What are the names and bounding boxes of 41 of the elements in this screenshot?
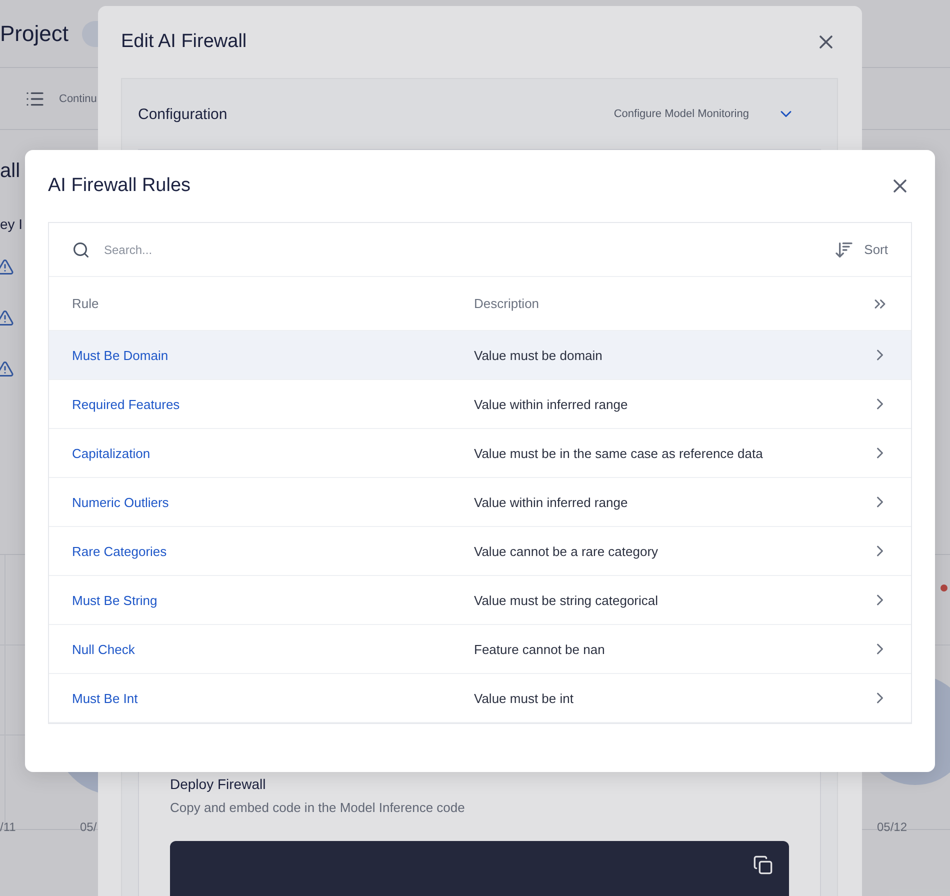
rule-description: Value within inferred range: [474, 494, 629, 510]
panel-value: Configure Model Monitoring: [614, 108, 749, 120]
sort-icon[interactable]: [834, 240, 854, 260]
sort-button[interactable]: Sort: [834, 240, 888, 260]
rule-name: Null Check: [72, 642, 136, 656]
rule-name: Must Be Int: [72, 690, 139, 706]
section-title: all: [0, 159, 20, 184]
rule-name: Capitalization: [72, 446, 152, 460]
deploy-description: Copy and embed code in the Model Inference code: [170, 800, 466, 815]
warning-icon: [0, 258, 14, 276]
rule-name: Must Be String: [72, 592, 158, 608]
rule-row[interactable]: Must Be Domain Value must be domain: [49, 331, 911, 380]
rule-description: Feature cannot be nan: [474, 642, 606, 656]
rule-description: Value within inferred range: [474, 396, 629, 412]
dialog-title: Edit AI Firewall: [121, 31, 247, 53]
axis-label: /11: [0, 820, 17, 834]
rule-name: Rare Categories: [72, 544, 168, 558]
section-subheading: ey I: [0, 216, 23, 232]
dialog-title: AI Firewall Rules: [48, 175, 191, 197]
rule-name: Must Be Domain: [72, 348, 170, 362]
axis-label: 05/12: [877, 820, 908, 834]
panel-title: Configuration: [138, 106, 228, 122]
page-title: Project: [0, 20, 68, 46]
search-icon: [72, 240, 90, 258]
rule-description: Value must be domain: [474, 348, 604, 362]
warning-icon: [0, 309, 14, 327]
search-field[interactable]: Search...: [104, 240, 820, 258]
rule-description: Value must be int: [474, 690, 574, 706]
rule-description: Value must be string categorical: [474, 592, 660, 608]
rule-name: Required Features: [72, 396, 181, 412]
deploy-title: Deploy Firewall: [170, 776, 267, 792]
column-header: Rule: [72, 296, 100, 311]
rule-description: Value must be in the same case as reference data: [474, 446, 764, 460]
rule-name: Numeric Outliers: [72, 494, 170, 510]
toolbar-label[interactable]: Continu: [59, 92, 97, 104]
copy-icon[interactable]: [753, 855, 773, 875]
rule-description: Value cannot be a rare category: [474, 544, 660, 558]
warning-icon: [0, 360, 14, 378]
axis-label: 05/: [80, 820, 98, 834]
column-header: Description: [474, 296, 540, 311]
chart-point: [940, 584, 948, 592]
